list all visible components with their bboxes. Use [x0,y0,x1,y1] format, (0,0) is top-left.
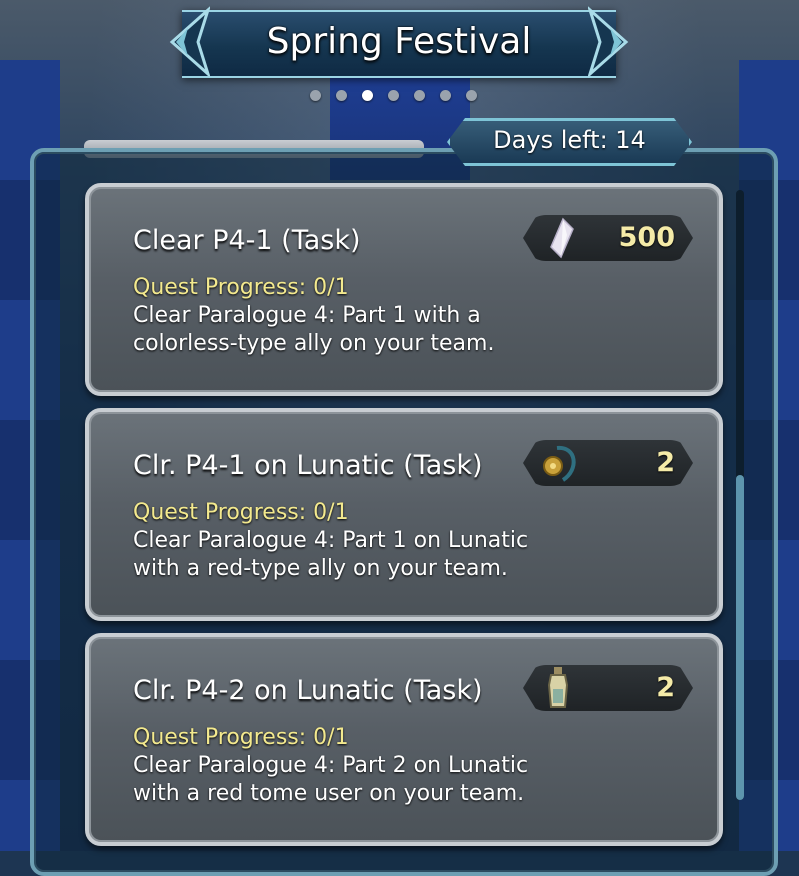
scrollbar[interactable] [736,190,744,800]
event-header: Spring Festival [158,4,640,80]
page-dot-active[interactable] [362,89,373,101]
quest-progress: Quest Progress: 0/1 [133,275,349,300]
page-indicator [310,86,490,104]
quest-name: Clear P4-1 (Task) [133,225,361,256]
quest-description: Clear Paralogue 4: Part 1 with a colorle… [133,302,633,358]
orb-crystal-icon [533,215,583,261]
quest-card[interactable]: Clear P4-1 (Task) 500 Quest Progress: 0/… [85,183,723,396]
quest-description-line: Clear Paralogue 4: Part 1 with a [133,303,481,328]
quest-name: Clr. P4-2 on Lunatic (Task) [133,675,483,706]
quest-description-line: with a red-type ally on your team. [133,556,508,581]
page-dot[interactable] [310,89,321,101]
days-left-text: Days left: 14 [493,126,646,154]
quest-progress: Quest Progress: 0/1 [133,725,349,750]
quest-progress: Quest Progress: 0/1 [133,500,349,525]
reward-amount: 2 [656,447,675,478]
page-dot[interactable] [466,89,477,101]
quest-description-line: Clear Paralogue 4: Part 1 on Lunatic [133,528,529,553]
reward-amount: 2 [656,672,675,703]
quest-name: Clr. P4-1 on Lunatic (Task) [133,450,483,481]
quest-description: Clear Paralogue 4: Part 2 on Lunatic wit… [133,752,633,808]
quest-description-line: with a red tome user on your team. [133,781,525,806]
reward-badge: 2 [523,440,693,486]
page-dot[interactable] [414,89,425,101]
quest-description-line: Clear Paralogue 4: Part 2 on Lunatic [133,753,529,778]
page-dot[interactable] [336,89,347,101]
scrollbar-thumb[interactable] [736,475,744,800]
days-left-badge: Days left: 14 [447,118,692,166]
quest-card[interactable]: Clr. P4-2 on Lunatic (Task) 2 Quest Prog… [85,633,723,846]
sacred-seal-amulet-icon [533,440,583,486]
quest-card[interactable]: Clr. P4-1 on Lunatic (Task) 2 Quest Prog… [85,408,723,621]
reward-amount: 500 [618,222,675,253]
page-dot[interactable] [440,89,451,101]
quest-description-line: colorless-type ally on your team. [133,331,495,356]
reward-badge: 500 [523,215,693,261]
refining-stone-vial-icon [533,665,583,711]
quest-description: Clear Paralogue 4: Part 1 on Lunatic wit… [133,527,633,583]
event-title: Spring Festival [266,21,532,62]
reward-badge: 2 [523,665,693,711]
page-dot[interactable] [388,89,399,101]
